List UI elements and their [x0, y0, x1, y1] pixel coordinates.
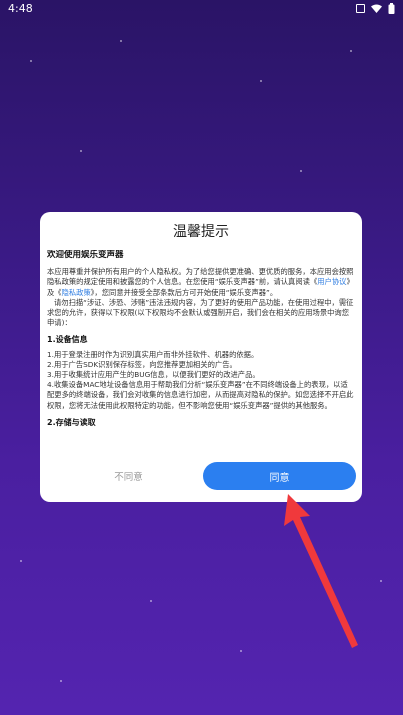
red-arrow-annotation: [284, 494, 358, 648]
